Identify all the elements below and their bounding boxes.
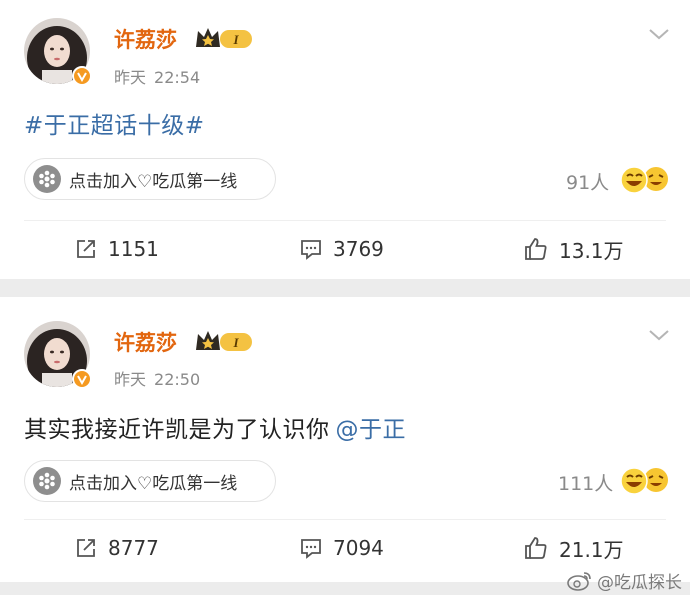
level-badge-text: I [232,32,239,47]
like-icon [525,238,547,260]
join-group-label: 点击加入♡吃瓜第一线 [69,473,238,494]
username[interactable]: 许荔莎 [114,327,177,357]
join-group-label: 点击加入♡吃瓜第一线 [69,171,238,192]
divider [24,220,666,221]
weibo-post: 许荔莎 I 昨天 22:54 #于正超话十级# 点击加入♡吃瓜第一线 91人 1… [0,0,690,279]
repost-count: 8777 [108,536,159,560]
join-group-button[interactable]: 点击加入♡吃瓜第一线 [24,158,276,200]
repost-button[interactable]: 8777 [74,525,159,571]
post-date: 昨天 [114,370,147,389]
like-count: 13.1万 [559,238,624,263]
join-count: 111人 [558,473,614,495]
group-icon [33,467,61,495]
chevron-down-icon[interactable] [648,327,670,341]
watermark: @吃瓜探长 [567,568,682,593]
laugh-emoji-icon [620,466,672,496]
post-content[interactable]: #于正超话十级# [24,106,205,140]
post-meta: 昨天 22:50 [114,366,200,390]
post-time: 22:50 [154,370,201,389]
topic-link[interactable]: #于正超话十级# [24,113,205,139]
post-text: 其实我接近许凯是为了认识你 [24,417,330,443]
repost-button[interactable]: 1151 [74,226,159,272]
crown-level-icon[interactable]: I [194,25,254,51]
weibo-post: 许荔莎 I 昨天 22:50 其实我接近许凯是为了认识你 @于正 点击加入♡吃瓜第一… [0,297,690,582]
post-date: 昨天 [114,68,147,87]
join-group-button[interactable]: 点击加入♡吃瓜第一线 [24,460,276,502]
laugh-emoji-icon [620,165,672,195]
watermark-text: @吃瓜探长 [597,573,682,593]
chevron-down-icon[interactable] [648,26,670,40]
divider [24,519,666,520]
comment-button[interactable]: 7094 [299,525,384,571]
verified-icon [72,369,92,389]
comment-icon [301,539,321,559]
weibo-logo-icon [567,571,591,591]
level-badge-text: I [232,335,239,350]
group-icon [33,165,61,193]
comment-button[interactable]: 3769 [299,226,384,272]
repost-icon [77,240,95,258]
like-button[interactable]: 21.1万 [523,525,624,571]
repost-icon [77,539,95,557]
mention-link[interactable]: @于正 [336,417,407,443]
comment-icon [301,240,321,260]
verified-icon [72,66,92,86]
like-count: 21.1万 [559,537,624,562]
comment-count: 3769 [333,237,384,261]
action-bar: 1151 3769 13.1万 [0,226,690,276]
repost-count: 1151 [108,237,159,261]
crown-level-icon[interactable]: I [194,328,254,354]
post-meta: 昨天 22:54 [114,64,200,88]
username[interactable]: 许荔莎 [114,24,177,54]
comment-count: 7094 [333,536,384,560]
post-time: 22:54 [154,68,201,87]
post-content[interactable]: 其实我接近许凯是为了认识你 @于正 [24,410,406,444]
join-count: 91人 [566,172,610,194]
like-icon [525,537,547,559]
like-button[interactable]: 13.1万 [523,226,624,272]
